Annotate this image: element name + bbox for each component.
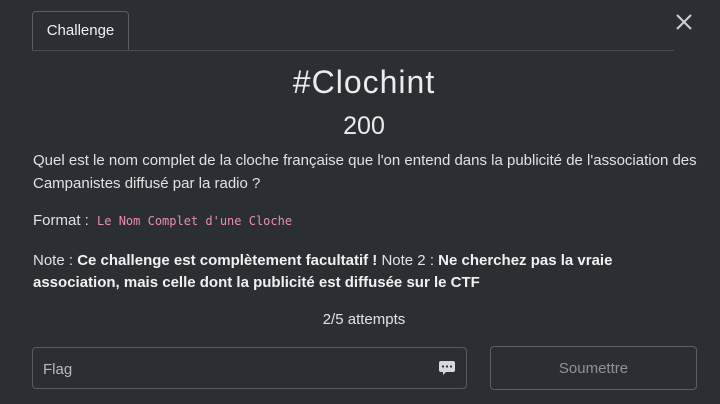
challenge-description: Quel est le nom complet de la cloche fra… — [33, 152, 697, 192]
note-text: Ce challenge est complètement facultatif… — [77, 252, 378, 269]
tab-challenge-label: Challenge — [46, 22, 115, 39]
note-label: Note : — [33, 252, 74, 269]
flag-input[interactable] — [33, 348, 435, 390]
tab-bar: Challenge — [32, 11, 674, 51]
close-button[interactable] — [672, 10, 696, 34]
challenge-title: #Clochint — [292, 64, 436, 100]
format-code: Le Nom Complet d'une Cloche — [97, 214, 293, 228]
challenge-points: 200 — [343, 112, 385, 140]
tab-challenge[interactable]: Challenge — [32, 11, 129, 50]
format-label: Format : — [33, 212, 89, 229]
close-icon — [676, 14, 692, 30]
attempts-counter: 2/5 attempts — [322, 311, 406, 328]
format-line: Format : Le Nom Complet d'une Cloche — [33, 212, 292, 229]
challenge-modal: Challenge #Clochint 200 Quel est le nom … — [0, 0, 720, 404]
submit-button[interactable]: Soumettre — [490, 346, 697, 390]
note2-label: Note 2 : — [381, 252, 434, 269]
notes: Note : Ce challenge est complètement fac… — [33, 250, 703, 294]
flag-field — [32, 347, 467, 390]
keyboard-icon — [439, 361, 455, 375]
